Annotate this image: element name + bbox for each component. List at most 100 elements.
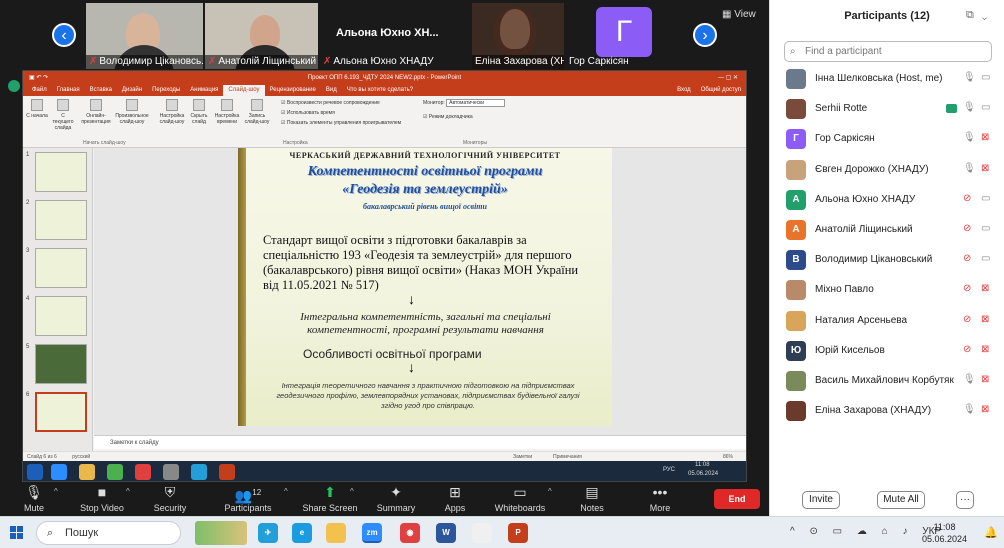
- save-icon[interactable]: ▣ ↶ ↷: [29, 71, 48, 85]
- video-tile[interactable]: ✗ Володимир Цікановсь...: [86, 3, 203, 69]
- participant-search-input[interactable]: ⌕ Find a participant: [784, 41, 992, 62]
- video-camera-icon[interactable]: ▭: [981, 193, 990, 204]
- microphone-icon[interactable]: 🎙: [963, 102, 976, 113]
- slide-thumbnail[interactable]: [35, 248, 87, 288]
- video-camera-icon[interactable]: ▭: [981, 223, 990, 234]
- folder-icon[interactable]: [326, 523, 346, 543]
- slide-thumbnail-selected[interactable]: [35, 392, 87, 432]
- chevron-up-icon[interactable]: ^: [54, 487, 58, 496]
- slide-thumbnail[interactable]: [35, 344, 87, 384]
- participant-row[interactable]: В Володимир Цікановський ⊘ ▭: [770, 246, 1004, 276]
- participant-row[interactable]: Ю Юрій Кисельов ⊘ ⊠: [770, 337, 1004, 367]
- notes-button[interactable]: ▤ Notes: [562, 484, 622, 513]
- chevron-up-icon[interactable]: ^: [548, 487, 552, 496]
- participant-row[interactable]: Міхно Павло ⊘ ⊠: [770, 276, 1004, 306]
- tab-design[interactable]: Дизайн: [117, 85, 147, 96]
- video-off-icon[interactable]: ⊠: [981, 163, 989, 174]
- video-tile[interactable]: Г Гор Саркісян: [566, 3, 690, 69]
- tab-transitions[interactable]: Переходы: [147, 85, 185, 96]
- use-timings-checkbox[interactable]: ☑ Использовать время: [281, 110, 335, 116]
- mic-muted-icon[interactable]: ⊘: [963, 253, 971, 264]
- from-current-button[interactable]: С текущего слайда: [51, 99, 75, 131]
- video-off-icon[interactable]: ⊠: [981, 344, 989, 355]
- video-camera-icon[interactable]: ▭: [981, 72, 990, 83]
- video-camera-icon[interactable]: ▭: [981, 253, 990, 264]
- participant-row[interactable]: А Анатолій Ліщинський ⊘ ▭: [770, 216, 1004, 246]
- next-page-button[interactable]: ›: [693, 23, 717, 47]
- chrome-icon[interactable]: ◉: [400, 523, 420, 543]
- slide[interactable]: ЧЕРКАСЬКИЙ ДЕРЖАВНИЙ ТЕХНОЛОГІЧНИЙ УНІВЕ…: [238, 148, 612, 426]
- from-beginning-button[interactable]: С начала: [25, 99, 49, 119]
- rehearse-timings-button[interactable]: Настройка времени: [213, 99, 241, 125]
- mic-muted-icon[interactable]: ⊘: [963, 283, 971, 294]
- mic-muted-icon[interactable]: ⊘: [963, 193, 971, 204]
- hide-slide-button[interactable]: Скрыть слайд: [187, 99, 211, 125]
- close-panel-icon[interactable]: ⌄: [982, 9, 995, 21]
- video-camera-icon[interactable]: ▭: [981, 102, 990, 113]
- participant-row[interactable]: Еліна Захарова (ХНАДУ) 🎙 ⊠: [770, 397, 1004, 427]
- tab-view[interactable]: Вид: [321, 85, 342, 96]
- telegram-icon[interactable]: [191, 464, 207, 480]
- stop-video-button[interactable]: ■ Stop Video: [72, 484, 132, 513]
- clock[interactable]: 11:08 05.06.2024: [922, 521, 967, 545]
- whiteboards-button[interactable]: ▭ Whiteboards: [490, 484, 550, 513]
- microphone-icon[interactable]: 🎙: [963, 404, 976, 415]
- mic-muted-icon[interactable]: ⊘: [963, 223, 971, 234]
- tab-animation[interactable]: Анимация: [185, 85, 223, 96]
- participant-row[interactable]: Інна Шелковська (Host, me) 🎙 ▭: [770, 65, 1004, 95]
- tab-slideshow[interactable]: Слайд-шоу: [223, 85, 265, 96]
- tab-insert[interactable]: Вставка: [85, 85, 117, 96]
- app-icon[interactable]: [163, 464, 179, 480]
- chrome-icon[interactable]: [135, 464, 151, 480]
- slide-thumbnail[interactable]: [35, 296, 87, 336]
- windows-icon[interactable]: [27, 464, 43, 480]
- view-button[interactable]: ▦ View: [722, 9, 756, 20]
- participant-row[interactable]: А Альона Юхно ХНАДУ ⊘ ▭: [770, 186, 1004, 216]
- custom-slideshow-button[interactable]: Произвольное слайд-шоу: [115, 99, 149, 125]
- system-tray[interactable]: ^ ⊙ ▭ ☁ ⌂ ♪ УКР: [790, 526, 941, 537]
- widget-image[interactable]: [195, 521, 247, 545]
- microphone-icon[interactable]: 🎙: [963, 72, 976, 83]
- app-icon[interactable]: [472, 523, 492, 543]
- presenter-view-checkbox[interactable]: ☑ Режим докладчика: [423, 114, 473, 120]
- share-link[interactable]: Общий доступ: [696, 85, 746, 96]
- video-off-icon[interactable]: ⊠: [981, 132, 989, 143]
- slide-thumbnail[interactable]: [35, 152, 87, 192]
- taskbar-search[interactable]: ⌕ Пошук: [36, 521, 181, 545]
- signin-link[interactable]: Вход: [672, 85, 696, 96]
- microphone-icon[interactable]: 🎙: [963, 163, 976, 174]
- powerpoint-icon[interactable]: [219, 464, 235, 480]
- window-controls-icon[interactable]: — ▢ ✕: [718, 71, 738, 85]
- tab-file[interactable]: Файл: [27, 85, 52, 96]
- video-tile[interactable]: ✗ Анатолій Ліщинський: [205, 3, 318, 69]
- apps-button[interactable]: ⊞ Apps: [425, 484, 485, 513]
- participant-row[interactable]: Євген Дорожко (ХНАДУ) 🎙 ⊠: [770, 156, 1004, 186]
- participant-row[interactable]: Г Гор Саркісян 🎙 ⊠: [770, 125, 1004, 155]
- video-off-icon[interactable]: ⊠: [981, 314, 989, 325]
- folder-icon[interactable]: [79, 464, 95, 480]
- participant-row[interactable]: Наталия Арсеньева ⊘ ⊠: [770, 307, 1004, 337]
- tab-review[interactable]: Рецензирование: [265, 85, 321, 96]
- online-present-button[interactable]: Онлайн-презентация: [81, 99, 111, 125]
- summary-button[interactable]: ✦ Summary: [366, 484, 426, 513]
- video-tile[interactable]: Еліна Захарова (ХНАДУ): [472, 3, 564, 69]
- chevron-up-icon[interactable]: ^: [126, 487, 130, 496]
- zoom-icon[interactable]: zm: [362, 523, 382, 543]
- video-off-icon[interactable]: ⊠: [981, 283, 989, 294]
- mute-all-button[interactable]: Mute All: [877, 491, 925, 509]
- invite-button[interactable]: Invite: [802, 491, 840, 509]
- record-slideshow-button[interactable]: Запись слайд-шоу: [243, 99, 271, 125]
- mic-muted-icon[interactable]: ⊘: [963, 344, 971, 355]
- app-icon[interactable]: [107, 464, 123, 480]
- microphone-icon[interactable]: 🎙: [963, 132, 976, 143]
- video-off-icon[interactable]: ⊠: [981, 374, 989, 385]
- popout-icon[interactable]: ⧉: [966, 9, 982, 21]
- chevron-up-icon[interactable]: ^: [284, 487, 288, 496]
- video-off-icon[interactable]: ⊠: [981, 404, 989, 415]
- word-icon[interactable]: W: [436, 523, 456, 543]
- telegram-icon[interactable]: ✈: [258, 523, 278, 543]
- windows-start-icon[interactable]: [10, 526, 23, 539]
- edge-icon[interactable]: e: [292, 523, 312, 543]
- more-options-button[interactable]: ···: [956, 491, 974, 509]
- monitor-select[interactable]: Монитор: Автоматически: [423, 99, 506, 107]
